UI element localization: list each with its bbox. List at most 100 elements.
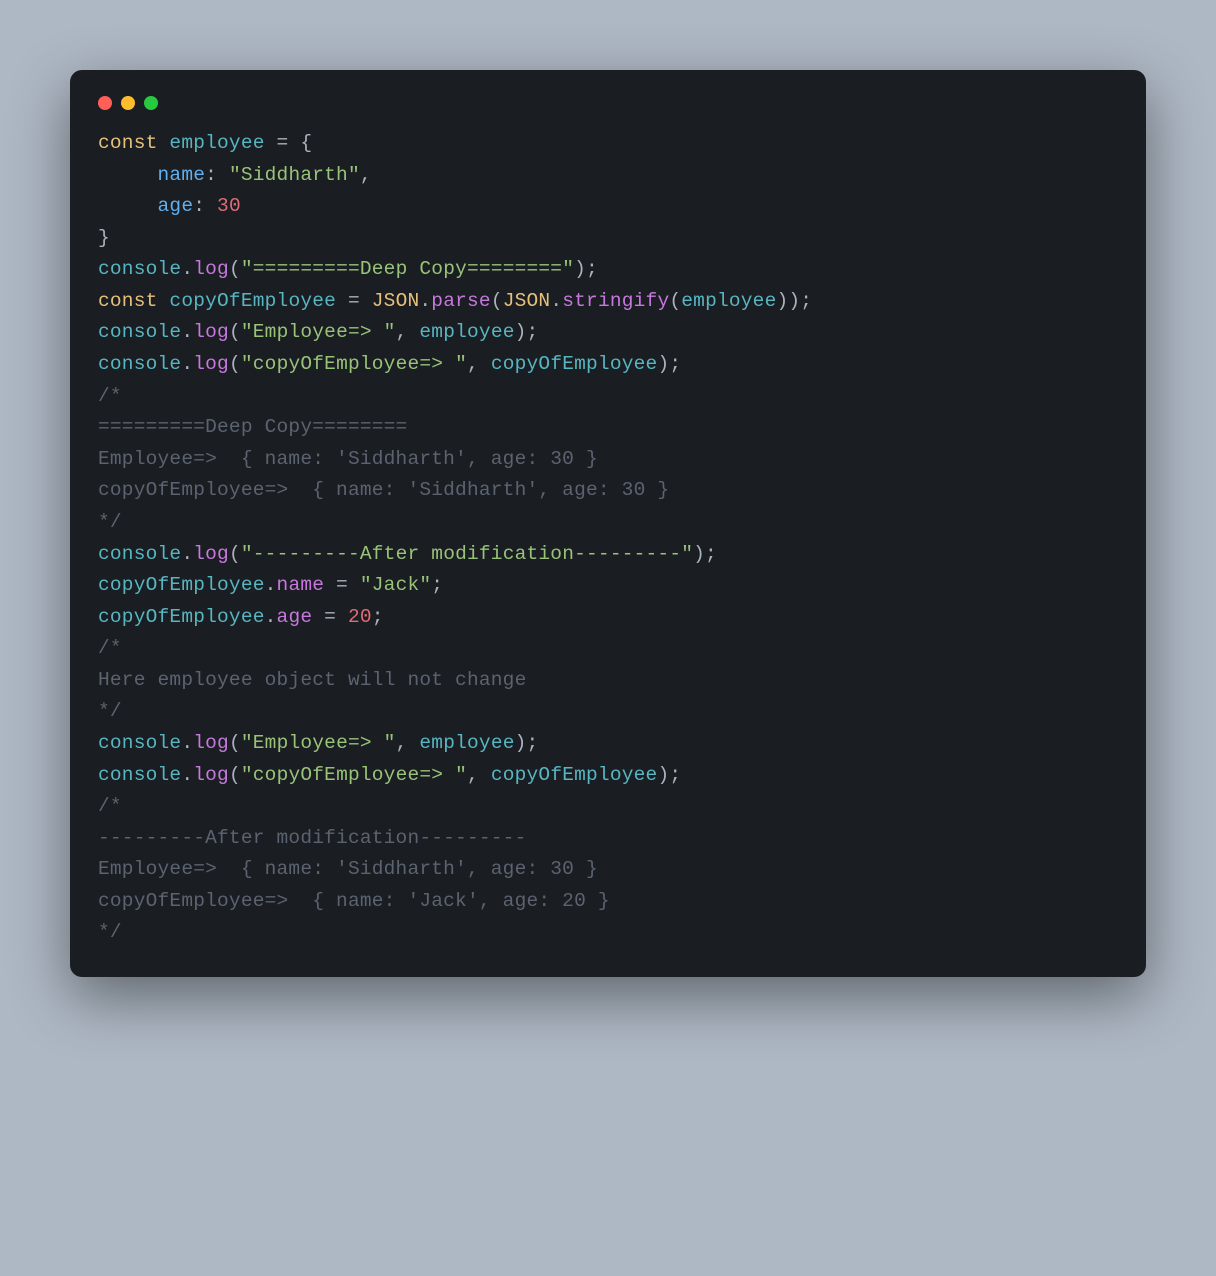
identifier-copyemp: copyOfEmployee xyxy=(98,606,265,628)
string-employee-label: "Employee=> " xyxy=(241,321,396,343)
paren-open: ( xyxy=(491,290,503,312)
colon: : xyxy=(205,164,229,186)
comment-line: */ xyxy=(98,921,122,943)
indent xyxy=(98,164,158,186)
paren-open: ( xyxy=(229,353,241,375)
comment-line: copyOfEmployee=> { name: 'Siddharth', ag… xyxy=(98,479,669,501)
semicolon: ; xyxy=(372,606,384,628)
identifier-employee: employee xyxy=(419,732,514,754)
window-titlebar xyxy=(98,90,1118,128)
paren-open: ( xyxy=(229,764,241,786)
identifier-copyemp: copyOfEmployee xyxy=(491,353,658,375)
semicolon: ; xyxy=(527,732,539,754)
dot-operator: . xyxy=(419,290,431,312)
identifier-console: console xyxy=(98,764,181,786)
class-json: JSON xyxy=(372,290,420,312)
method-stringify: stringify xyxy=(562,290,669,312)
property-age: age xyxy=(277,606,313,628)
dot-operator: . xyxy=(181,543,193,565)
identifier-console: console xyxy=(98,543,181,565)
dot-operator: . xyxy=(181,353,193,375)
paren-open: ( xyxy=(229,732,241,754)
semicolon: ; xyxy=(431,574,443,596)
comment-line: /* xyxy=(98,385,122,407)
paren-open: ( xyxy=(229,543,241,565)
paren-close: ) xyxy=(657,353,669,375)
identifier-console: console xyxy=(98,732,181,754)
method-log: log xyxy=(193,543,229,565)
dot-operator: . xyxy=(550,290,562,312)
string-employee-label: "Employee=> " xyxy=(241,732,396,754)
paren-open: ( xyxy=(229,258,241,280)
string-deepcopy: "=========Deep Copy========" xyxy=(241,258,574,280)
comment-line: Employee=> { name: 'Siddharth', age: 30 … xyxy=(98,858,598,880)
semicolon: ; xyxy=(669,353,681,375)
semicolon: ; xyxy=(527,321,539,343)
paren-close: ) xyxy=(657,764,669,786)
operator-equals: = xyxy=(312,606,348,628)
identifier-employee: employee xyxy=(419,321,514,343)
operator-equals: = xyxy=(265,132,301,154)
comment-line: /* xyxy=(98,637,122,659)
dot-operator: . xyxy=(181,321,193,343)
number-30: 30 xyxy=(217,195,241,217)
comment-line: =========Deep Copy======== xyxy=(98,416,407,438)
maximize-icon[interactable] xyxy=(144,96,158,110)
comma: , xyxy=(467,353,491,375)
string-siddharth: "Siddharth" xyxy=(229,164,360,186)
method-log: log xyxy=(193,353,229,375)
operator-equals: = xyxy=(336,290,372,312)
number-20: 20 xyxy=(348,606,372,628)
string-after-mod: "---------After modification---------" xyxy=(241,543,693,565)
property-name: name xyxy=(158,164,206,186)
semicolon: ; xyxy=(705,543,717,565)
comment-line: Employee=> { name: 'Siddharth', age: 30 … xyxy=(98,448,598,470)
paren-close: ) xyxy=(515,732,527,754)
comma: , xyxy=(396,732,420,754)
identifier-console: console xyxy=(98,353,181,375)
identifier-employee: employee xyxy=(169,132,264,154)
paren-close: ) xyxy=(693,543,705,565)
close-icon[interactable] xyxy=(98,96,112,110)
method-log: log xyxy=(193,764,229,786)
comment-line: */ xyxy=(98,700,122,722)
paren-close: ) xyxy=(515,321,527,343)
string-copyemp-label: "copyOfEmployee=> " xyxy=(241,353,467,375)
identifier-copyemp: copyOfEmployee xyxy=(169,290,336,312)
colon: : xyxy=(193,195,217,217)
method-parse: parse xyxy=(431,290,491,312)
method-log: log xyxy=(193,258,229,280)
brace-open: { xyxy=(300,132,312,154)
dot-operator: . xyxy=(181,258,193,280)
keyword-const: const xyxy=(98,132,158,154)
dot-operator: . xyxy=(181,764,193,786)
dot-operator: . xyxy=(181,732,193,754)
operator-equals: = xyxy=(324,574,360,596)
identifier-console: console xyxy=(98,321,181,343)
string-copyemp-label: "copyOfEmployee=> " xyxy=(241,764,467,786)
dot-operator: . xyxy=(265,574,277,596)
comment-line: /* xyxy=(98,795,122,817)
code-window: const employee = { name: "Siddharth", ag… xyxy=(70,70,1146,977)
property-age: age xyxy=(158,195,194,217)
keyword-const: const xyxy=(98,290,158,312)
paren-close: ) xyxy=(574,258,586,280)
method-log: log xyxy=(193,321,229,343)
comment-line: copyOfEmployee=> { name: 'Jack', age: 20… xyxy=(98,890,610,912)
string-jack: "Jack" xyxy=(360,574,431,596)
semicolon: ; xyxy=(800,290,812,312)
dot-operator: . xyxy=(265,606,277,628)
paren-open: ( xyxy=(669,290,681,312)
code-block: const employee = { name: "Siddharth", ag… xyxy=(98,128,1118,949)
paren-open: ( xyxy=(229,321,241,343)
identifier-copyemp: copyOfEmployee xyxy=(491,764,658,786)
identifier-copyemp: copyOfEmployee xyxy=(98,574,265,596)
semicolon: ; xyxy=(669,764,681,786)
minimize-icon[interactable] xyxy=(121,96,135,110)
identifier-employee: employee xyxy=(681,290,776,312)
comma: , xyxy=(467,764,491,786)
comment-line: Here employee object will not change xyxy=(98,669,526,691)
indent xyxy=(98,195,158,217)
comment-line: ---------After modification--------- xyxy=(98,827,526,849)
identifier-console: console xyxy=(98,258,181,280)
